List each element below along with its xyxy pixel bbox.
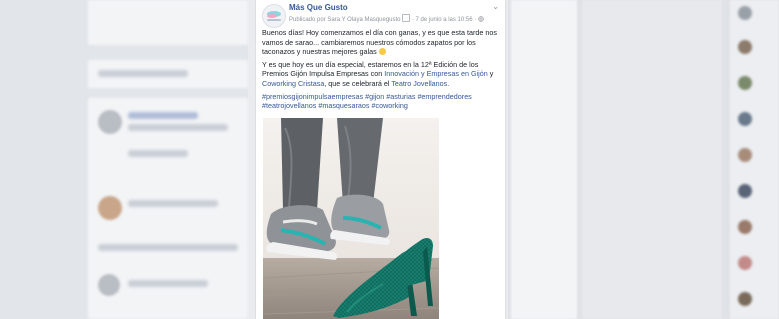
post-timestamp[interactable]: · 7 de junio a las 10:56 · [412, 17, 476, 23]
globe-icon [478, 16, 484, 23]
edit-badge [402, 14, 411, 22]
post-text-event: Y es que hoy es un día especial, estarem… [262, 60, 499, 89]
page-avatar[interactable] [262, 4, 286, 28]
post-body: Buenos días! Hoy comenzamos el día con g… [256, 28, 505, 111]
chevron-down-icon[interactable]: ⌄ [492, 2, 499, 11]
blurred-avatar [738, 220, 752, 234]
post-meta: Publicado por Sara Y Olaya Masquegusto ·… [289, 14, 484, 23]
post-header: Más Que Gusto Publicado por Sara Y Olaya… [256, 0, 505, 28]
blurred-avatar [738, 148, 752, 162]
blurred-text [98, 244, 238, 251]
blurred-sidebar-panel [511, 0, 577, 319]
blurred-text [128, 124, 228, 131]
blurred-avatar [738, 256, 752, 270]
facebook-post: Más Que Gusto Publicado por Sara Y Olaya… [255, 0, 506, 319]
blurred-avatar [738, 40, 752, 54]
blurred-avatar [98, 110, 122, 134]
blurred-avatar [738, 112, 752, 126]
hashtags: #premiosgijonimpulsaempresas #gijon #ast… [262, 92, 499, 111]
link-innovacion-empresas[interactable]: Innovación y Empresas en Gijón [384, 69, 487, 78]
hashtag-link[interactable]: #coworking [372, 101, 408, 110]
link-teatro-jovellanos[interactable]: Teatro Jovellanos. [391, 79, 449, 88]
blurred-avatar [738, 6, 752, 20]
blurred-avatar [98, 274, 120, 296]
blurred-avatar [738, 292, 752, 306]
hashtag-link[interactable]: #emprendedores [417, 92, 471, 101]
blurred-avatar [738, 184, 752, 198]
event-text-2: , que se celebrará el [324, 78, 390, 88]
blurred-card [582, 0, 722, 319]
blurred-text [128, 112, 198, 119]
left-column-blurred [0, 0, 248, 319]
post-photo[interactable] [263, 118, 439, 319]
blurred-text [128, 200, 218, 207]
hashtag-link[interactable]: #gijon [365, 92, 384, 101]
hashtag-link[interactable]: #teatrojovellanos [262, 101, 316, 110]
blurred-text [98, 70, 188, 77]
post-text-intro: Buenos días! Hoy comenzamos el día con g… [262, 28, 499, 57]
smiley-emoji [378, 48, 386, 56]
event-text-and: y [489, 69, 494, 79]
blurred-card [88, 0, 248, 45]
hashtag-link[interactable]: #masquesaraos [318, 101, 369, 110]
hashtag-link[interactable]: #premiosgijonimpulsaempresas [262, 92, 363, 101]
blurred-text [128, 150, 188, 157]
posted-by-text: Publicado por Sara Y Olaya Masquegusto [289, 17, 401, 23]
hashtag-link[interactable]: #asturias [386, 92, 415, 101]
blurred-avatar [738, 76, 752, 90]
page-name-link[interactable]: Más Que Gusto [289, 3, 348, 12]
link-coworking-cristasa[interactable]: Coworking Cristasa [262, 79, 324, 88]
blurred-avatar [98, 196, 122, 220]
blurred-text [128, 280, 208, 287]
